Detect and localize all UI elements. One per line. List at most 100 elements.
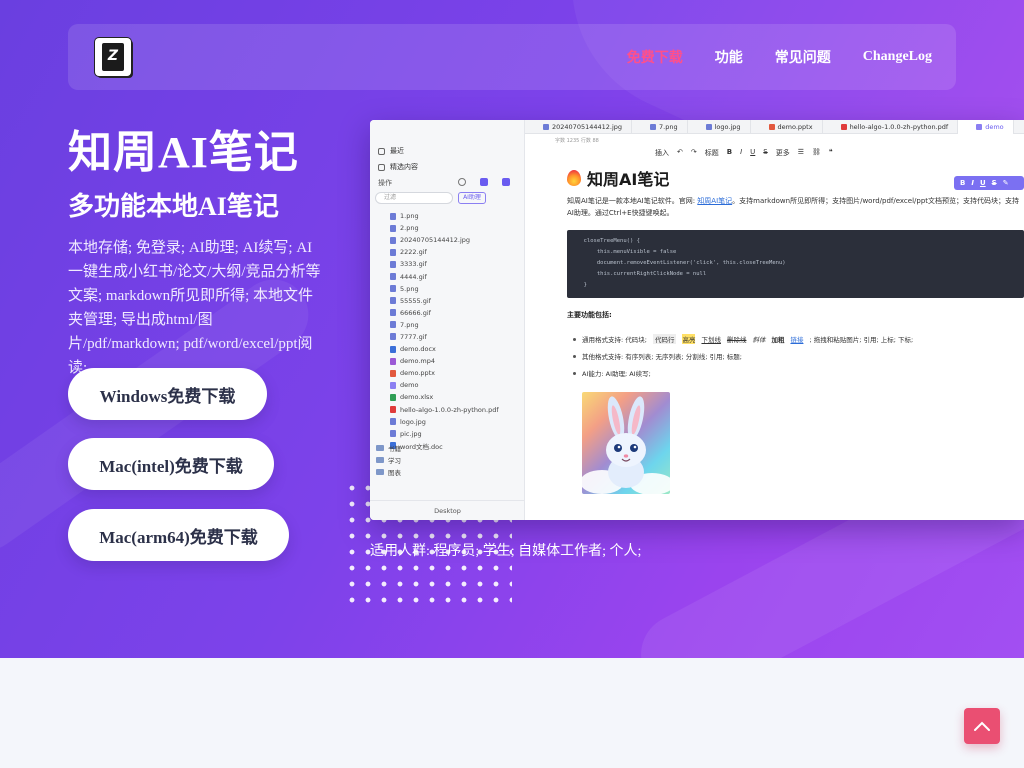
folder-icon [378,163,385,171]
doc-title: 知周AI笔记 [567,166,669,190]
file-icon [390,224,396,232]
new-file-icon [480,178,488,186]
navbar: Z 免费下载 功能 常见问题 ChangeLog [68,24,956,90]
back-to-top-button[interactable] [964,708,1000,744]
file-icon [390,393,396,401]
download-mac-arm64-button[interactable]: Mac(arm64)免费下载 [68,509,289,561]
chevron-up-icon [974,721,990,731]
file-item: pic.jpg [390,428,520,440]
doc-link: 知周AI笔记 [697,197,733,205]
editor-tab-active: demo [958,120,1014,134]
app-sidebar: 最近 精选内容 操作 过滤 AI助理 1.png 2.png 20240705144… [370,120,525,520]
bunny-illustration [582,396,670,494]
page-subtitle: 多功能本地AI笔记 [68,192,279,221]
sidebar-item-featured: 精选内容 [378,162,418,172]
nav-link-features[interactable]: 功能 [715,47,743,67]
file-item: demo.xlsx [390,391,520,403]
editor-tab: 7.png [632,120,688,134]
list-item: 其他格式支持: 有序列表; 无序列表; 分割线; 引用; 标题; [573,351,742,361]
file-list: 1.png 2.png 20240705144412.jpg 2222.gif 3333… [390,210,520,452]
folder-item: 书籍 [376,442,401,454]
file-item: 55555.gif [390,295,520,307]
file-icon [390,236,396,244]
file-item: demo.docx [390,343,520,355]
folder-icon [376,457,384,463]
file-item: 7.png [390,319,520,331]
download-windows-button[interactable]: Windows免费下载 [68,368,267,420]
word-count: 字数 1235 行数 88 [555,138,599,144]
file-icon [390,297,396,305]
file-item: 7777.gif [390,331,520,343]
nav-link-changelog[interactable]: ChangeLog [863,49,932,65]
editor-toolbar: 插入 ↶ ↷ 标题 B I U S 更多 ☰ ⛓ ❝ [655,148,833,157]
app-screenshot: 最近 精选内容 操作 过滤 AI助理 1.png 2.png 20240705144… [370,120,1024,520]
quote-icon: ❝ [828,148,833,156]
image-file-icon [543,123,549,130]
file-item: 5.png [390,283,520,295]
list-icon: ☰ [797,148,805,156]
editor-tab: logo.jpg [688,120,751,134]
feature-description: 本地存储; 免登录; AI助理; AI续写; AI一键生成小红书/论文/大纲/竞… [68,240,321,376]
editor-tab: 20240705144412.jpg [525,120,633,134]
link-icon: ⛓ [812,148,821,156]
image-file-icon [650,123,657,130]
editor-tabs: 20240705144412.jpg 7.png logo.jpg demo.p… [525,120,1024,134]
target-audience: 适用人群: 程序员; 学生; 自媒体工作者; 个人; [370,544,642,559]
logo[interactable]: Z [95,38,131,76]
list-item: 通用格式支持: 代码块; 代码行 高亮 下划线 删除线 斜体 加粗 链接 ; 拖… [573,334,913,344]
file-item: 2222.gif [390,246,520,258]
nav-link-download[interactable]: 免费下载 [627,47,683,67]
refresh-icon [458,178,466,186]
file-icon [390,309,396,317]
file-icon [390,273,396,281]
file-item: logo.jpg [390,416,520,428]
download-mac-intel-button[interactable]: Mac(intel)免费下载 [68,438,274,490]
file-icon [390,345,396,353]
sidebar-toolbar: 操作 [378,178,518,188]
code-block: closeTreeMenu() { this.menuVisible = fal… [567,230,1024,298]
folder-item: 学习 [376,454,401,466]
new-folder-icon [502,178,510,186]
file-icon [390,430,396,438]
file-icon [390,418,396,426]
clock-icon [378,147,385,155]
ppt-file-icon [768,123,775,130]
bunny-image [582,392,670,494]
file-item: hello-algo-1.0.0-zh-python.pdf [390,404,520,416]
file-item: 4444.gif [390,270,520,282]
hero-section: Z 免费下载 功能 常见问题 ChangeLog 知周AI笔记 多功能本地AI笔… [0,0,1024,658]
sidebar-filter-input: 过滤 [375,192,453,204]
file-item: 2.png [390,222,520,234]
file-icon [390,381,396,389]
file-icon [390,406,396,414]
folder-item: 图表 [376,466,401,478]
file-icon [390,369,396,377]
file-icon [390,333,396,341]
folder-icon [376,469,384,475]
editor-tab: hello-algo-1.0.0-zh-python.pdf [823,120,959,134]
sidebar-item-recent: 最近 [378,146,404,156]
fire-icon [567,170,581,186]
pdf-file-icon [840,123,847,130]
features-section [0,658,1024,768]
notebook-icon: Z [102,43,124,71]
nav-link-faq[interactable]: 常见问题 [775,47,831,67]
file-item: demo.mp4 [390,355,520,367]
sidebar-ai-button: AI助理 [458,192,486,204]
file-item: demo.pptx [390,367,520,379]
editor-tab: demo.pptx [751,120,823,134]
file-item: 3333.gif [390,258,520,270]
page-title: 知周AI笔记 [68,128,299,177]
file-icon [390,321,396,329]
pen-icon: ✎ [1002,179,1009,187]
file-icon [390,212,396,220]
file-icon [390,248,396,256]
floating-format-toolbar: B I U S ✎ [954,176,1024,190]
file-icon [390,260,396,268]
file-icon [390,357,396,365]
file-item: 1.png [390,210,520,222]
folder-icon [376,445,384,451]
image-file-icon [705,123,712,130]
note-file-icon [976,123,983,130]
file-item: 66666.gif [390,307,520,319]
